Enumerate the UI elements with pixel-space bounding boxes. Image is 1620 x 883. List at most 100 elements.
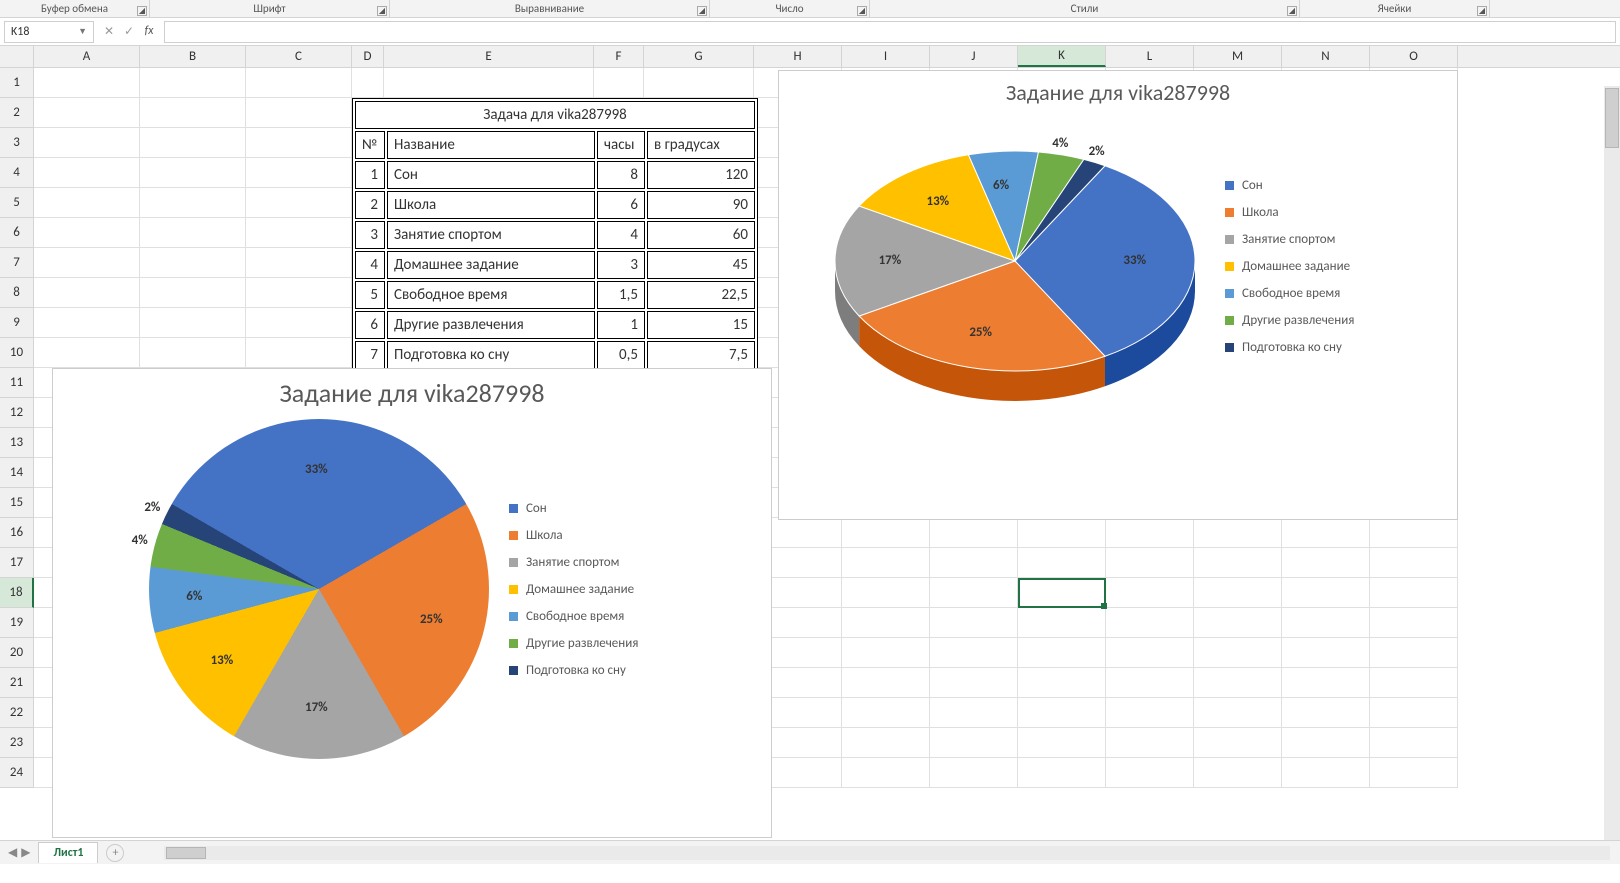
column-header[interactable]: E: [384, 46, 594, 67]
column-header[interactable]: D: [352, 46, 384, 67]
cell[interactable]: [140, 68, 246, 98]
next-sheet-icon[interactable]: ▶: [21, 845, 30, 860]
cell[interactable]: [140, 158, 246, 188]
table-cell[interactable]: Домашнее задание: [387, 251, 595, 279]
cell[interactable]: [1106, 638, 1194, 668]
cell[interactable]: [1194, 698, 1282, 728]
cell[interactable]: [930, 608, 1018, 638]
column-header[interactable]: N: [1282, 46, 1370, 67]
row-header[interactable]: 15: [0, 488, 34, 518]
column-header[interactable]: O: [1370, 46, 1458, 67]
cell[interactable]: [1282, 758, 1370, 788]
dialog-launcher-icon[interactable]: ◢: [697, 6, 707, 16]
row-header[interactable]: 14: [0, 458, 34, 488]
cell[interactable]: [842, 638, 930, 668]
cell[interactable]: [930, 548, 1018, 578]
cell[interactable]: [644, 68, 754, 98]
cell[interactable]: [1018, 758, 1106, 788]
cell[interactable]: [246, 248, 352, 278]
cell[interactable]: [34, 68, 140, 98]
cell[interactable]: [246, 128, 352, 158]
row-header[interactable]: 13: [0, 428, 34, 458]
cell[interactable]: [842, 548, 930, 578]
cell[interactable]: [1370, 518, 1458, 548]
cell[interactable]: [1282, 518, 1370, 548]
cell[interactable]: [1194, 758, 1282, 788]
row-header[interactable]: 4: [0, 158, 34, 188]
cell[interactable]: [1018, 668, 1106, 698]
cell[interactable]: [1018, 728, 1106, 758]
cell[interactable]: [1018, 578, 1106, 608]
cell[interactable]: [384, 68, 594, 98]
cell[interactable]: [1018, 548, 1106, 578]
select-all-corner[interactable]: [0, 46, 34, 67]
row-header[interactable]: 11: [0, 368, 34, 398]
dialog-launcher-icon[interactable]: ◢: [137, 6, 147, 16]
cell[interactable]: [140, 278, 246, 308]
cell[interactable]: [34, 308, 140, 338]
cell[interactable]: [1370, 548, 1458, 578]
row-header[interactable]: 16: [0, 518, 34, 548]
cell[interactable]: [1370, 608, 1458, 638]
prev-sheet-icon[interactable]: ◀: [8, 845, 17, 860]
table-cell[interactable]: 7: [355, 341, 385, 369]
enter-icon[interactable]: ✓: [122, 24, 136, 39]
table-cell[interactable]: 7,5: [647, 341, 755, 369]
cell[interactable]: [34, 158, 140, 188]
spreadsheet-grid[interactable]: ABCDEFGHIJKLMNO 123456789101112131415161…: [0, 46, 1620, 864]
ribbon-group[interactable]: Буфер обмена◢: [0, 0, 150, 17]
dialog-launcher-icon[interactable]: ◢: [377, 6, 387, 16]
ribbon-group[interactable]: Ячейки◢: [1300, 0, 1490, 17]
row-header[interactable]: 23: [0, 728, 34, 758]
cell[interactable]: [140, 218, 246, 248]
row-header[interactable]: 12: [0, 398, 34, 428]
column-header[interactable]: I: [842, 46, 930, 67]
cell[interactable]: [140, 248, 246, 278]
table-cell[interactable]: 3: [355, 221, 385, 249]
table-cell[interactable]: Занятие спортом: [387, 221, 595, 249]
row-header[interactable]: 2: [0, 98, 34, 128]
row-header[interactable]: 5: [0, 188, 34, 218]
cell[interactable]: [1370, 758, 1458, 788]
dialog-launcher-icon[interactable]: ◢: [857, 6, 867, 16]
cell[interactable]: [1106, 518, 1194, 548]
cancel-icon[interactable]: ✕: [102, 24, 116, 39]
column-header[interactable]: B: [140, 46, 246, 67]
cell[interactable]: [1194, 728, 1282, 758]
column-header[interactable]: L: [1106, 46, 1194, 67]
chevron-down-icon[interactable]: ▼: [78, 26, 87, 37]
chart-2d-pie[interactable]: Задание для vika287998 33%25%17%13%6%4%2…: [52, 368, 772, 838]
cell[interactable]: [1282, 638, 1370, 668]
column-header[interactable]: C: [246, 46, 352, 67]
column-header[interactable]: A: [34, 46, 140, 67]
cell[interactable]: [842, 668, 930, 698]
cell[interactable]: [594, 68, 644, 98]
table-cell[interactable]: 45: [647, 251, 755, 279]
cell[interactable]: [930, 668, 1018, 698]
cell[interactable]: [930, 758, 1018, 788]
column-header[interactable]: J: [930, 46, 1018, 67]
cell[interactable]: [1018, 698, 1106, 728]
column-header[interactable]: K: [1018, 46, 1106, 67]
cell[interactable]: [1370, 728, 1458, 758]
table-cell[interactable]: Подготовка ко сну: [387, 341, 595, 369]
cell[interactable]: [842, 578, 930, 608]
cell[interactable]: [930, 518, 1018, 548]
sheet-tab[interactable]: Лист1: [38, 842, 98, 863]
ribbon-group[interactable]: Число◢: [710, 0, 870, 17]
row-header[interactable]: 19: [0, 608, 34, 638]
cell[interactable]: [1194, 548, 1282, 578]
row-header[interactable]: 20: [0, 638, 34, 668]
cell[interactable]: [34, 248, 140, 278]
column-header[interactable]: M: [1194, 46, 1282, 67]
table-cell[interactable]: 4: [355, 251, 385, 279]
name-box[interactable]: K18 ▼: [4, 21, 94, 43]
cell[interactable]: [1194, 578, 1282, 608]
cell[interactable]: [246, 68, 352, 98]
cell[interactable]: [1106, 608, 1194, 638]
table-cell[interactable]: Свободное время: [387, 281, 595, 309]
cell[interactable]: [34, 188, 140, 218]
table-cell[interactable]: Школа: [387, 191, 595, 219]
cell[interactable]: [1106, 578, 1194, 608]
fx-icon[interactable]: fx: [142, 24, 156, 39]
